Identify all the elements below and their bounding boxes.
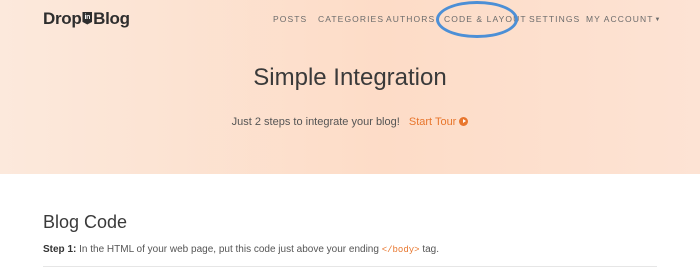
- divider: [43, 266, 657, 267]
- step-label: Step 1:: [43, 244, 77, 255]
- hero-banner: Drop in Blog POSTS CATEGORIES AUTHORS CODE…: [0, 0, 700, 174]
- section-title: Blog Code: [43, 212, 128, 232]
- highlight-annotation-circle: [436, 1, 518, 38]
- start-tour-label: Start Tour: [408, 116, 457, 128]
- hero-subtitle-text: Just 2 steps to integrate your blog!: [231, 116, 400, 128]
- logo-badge: in: [82, 11, 93, 25]
- page-title: Simple Integration: [253, 64, 447, 91]
- step-instruction: Step 1: In the HTML of your web page, pu…: [43, 244, 439, 255]
- step-code-tag: </body>: [381, 245, 420, 255]
- logo-text-blog: Blog: [93, 9, 130, 28]
- caret-down-icon: ▼: [654, 17, 662, 23]
- step-text-end: tag.: [422, 244, 439, 255]
- start-tour-link[interactable]: Start Tour: [409, 116, 469, 128]
- nav-categories[interactable]: CATEGORIES: [318, 14, 384, 24]
- nav-authors[interactable]: AUTHORS: [386, 14, 435, 24]
- nav-my-account[interactable]: MY ACCOUNT▼: [586, 14, 662, 24]
- nav-settings[interactable]: SETTINGS: [529, 14, 580, 24]
- play-circle-icon: [459, 117, 469, 126]
- dropinblog-logo[interactable]: Drop in Blog: [43, 9, 130, 29]
- step-text: In the HTML of your web page, put this c…: [79, 244, 379, 255]
- hero-subtitle: Just 2 steps to integrate your blog! Sta…: [0, 116, 700, 128]
- nav-my-account-label: MY ACCOUNT: [586, 14, 654, 24]
- logo-text-drop: Drop: [43, 9, 82, 28]
- nav-posts[interactable]: POSTS: [273, 14, 307, 24]
